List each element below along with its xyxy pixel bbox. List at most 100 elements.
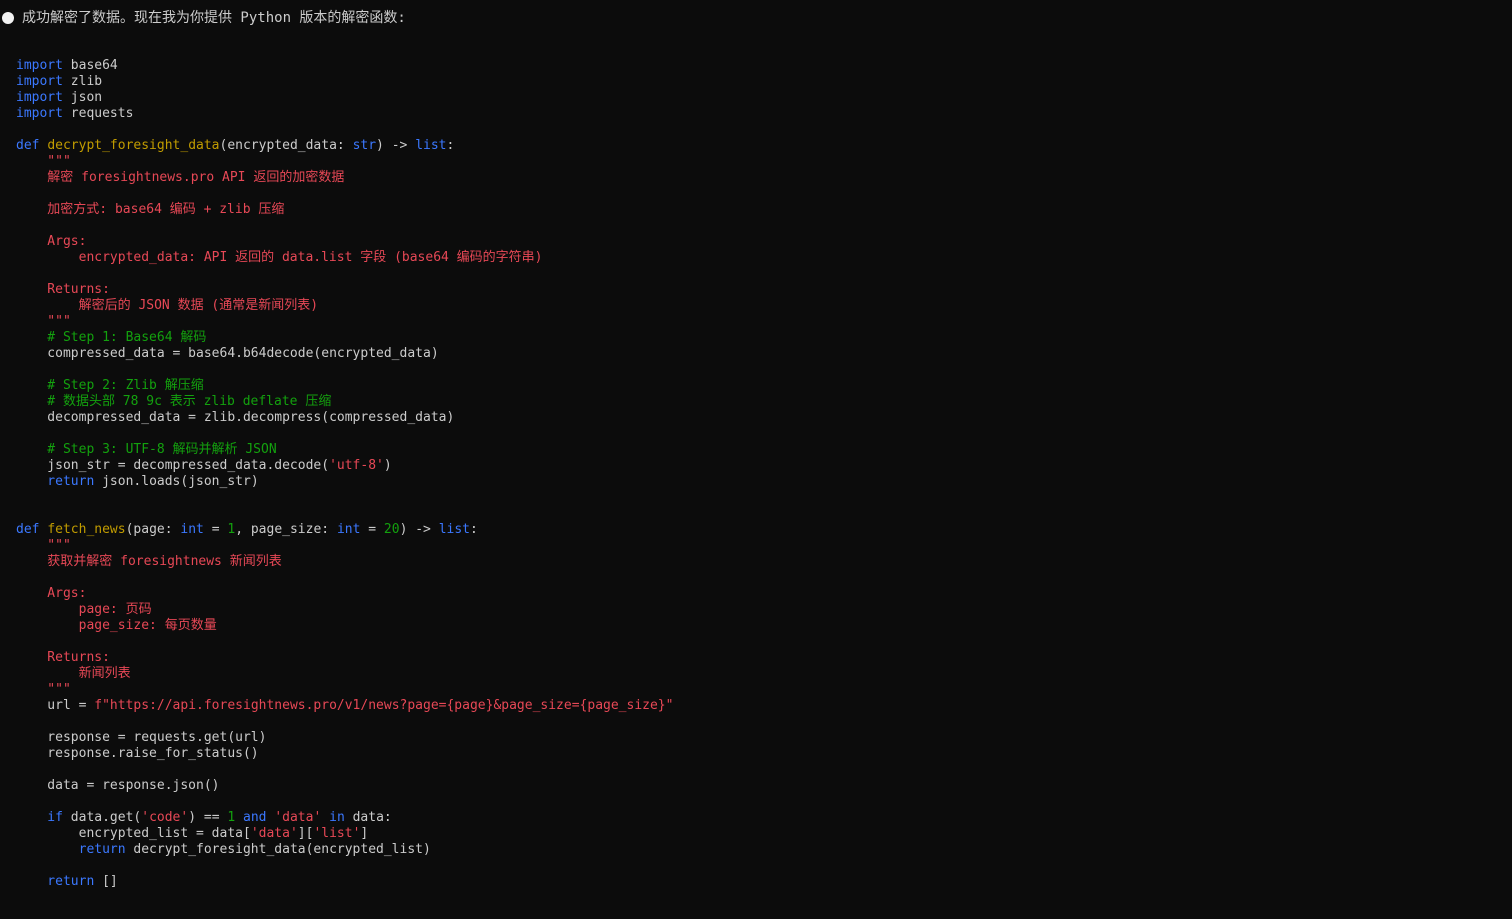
- code-line: 新闻列表: [16, 666, 673, 682]
- code-token: data:: [344, 810, 392, 825]
- assistant-message: 成功解密了数据。现在我为你提供 Python 版本的解密函数:: [2, 8, 406, 28]
- code-token: json: [62, 90, 103, 105]
- code-token: 1: [227, 522, 236, 537]
- code-token: encrypted_list = data[: [16, 826, 251, 841]
- code-line: page_size: 每页数量: [16, 618, 673, 634]
- code-line: def decrypt_foresight_data(encrypted_dat…: [16, 138, 673, 154]
- code-token: Args:: [16, 586, 87, 601]
- code-line: decompressed_data = zlib.decompress(comp…: [16, 410, 673, 426]
- code-line: 解密后的 JSON 数据 (通常是新闻列表): [16, 298, 673, 314]
- code-line: """: [16, 314, 673, 330]
- code-line: return decrypt_foresight_data(encrypted_…: [16, 842, 673, 858]
- code-token: list: [415, 138, 447, 153]
- code-line: Returns:: [16, 282, 673, 298]
- code-line: # Step 2: Zlib 解压缩: [16, 378, 673, 394]
- code-token: int: [336, 522, 361, 537]
- bullet-icon: [2, 12, 14, 24]
- code-line: Returns:: [16, 650, 673, 666]
- code-token: , page_size:: [235, 522, 337, 537]
- code-line: 解密 foresightnews.pro API 返回的加密数据: [16, 170, 673, 186]
- code-line: data = response.json(): [16, 778, 673, 794]
- code-token: if: [16, 810, 63, 825]
- code-token: 新闻列表: [16, 666, 131, 681]
- code-token: requests: [62, 106, 134, 121]
- code-line: encrypted_data: API 返回的 data.list 字段 (ba…: [16, 250, 673, 266]
- code-token: (encrypted_data:: [219, 138, 353, 153]
- code-token: ) ->: [376, 138, 416, 153]
- code-line: 加密方式: base64 编码 + zlib 压缩: [16, 202, 673, 218]
- code-token: def: [16, 138, 40, 153]
- code-token: 加密方式: base64 编码 + zlib 压缩: [16, 202, 285, 217]
- code-token: # 数据头部 78 9c 表示 zlib deflate 压缩: [16, 394, 332, 409]
- code-token: int: [180, 522, 204, 537]
- code-token: import: [16, 90, 63, 105]
- code-token: =: [360, 522, 384, 537]
- code-token: 解密后的 JSON 数据 (通常是新闻列表): [16, 298, 319, 313]
- code-line: response.raise_for_status(): [16, 746, 673, 762]
- code-token: zlib: [62, 74, 103, 89]
- code-token: data = response.json(): [16, 778, 220, 793]
- code-token: list: [438, 522, 471, 537]
- code-token: import: [16, 58, 63, 73]
- code-line: encrypted_list = data['data']['list']: [16, 826, 673, 842]
- code-token: :: [470, 522, 478, 537]
- code-token: json.loads(json_str): [94, 474, 259, 489]
- code-line: if data.get('code') == 1 and 'data' in d…: [16, 810, 673, 826]
- code-token: response = requests.get(url): [16, 730, 267, 745]
- code-token: compressed_data = base64.b64decode(encry…: [16, 346, 439, 361]
- code-token: ) ->: [399, 522, 439, 537]
- code-token: Returns:: [16, 650, 110, 665]
- code-line: page: 页码: [16, 602, 673, 618]
- code-line: Args:: [16, 586, 673, 602]
- code-token: page_size: 每页数量: [16, 618, 217, 633]
- code-token: 'list': [313, 826, 361, 841]
- code-token: (page:: [125, 522, 181, 537]
- code-token: Args:: [16, 234, 87, 249]
- code-token: str: [352, 138, 377, 153]
- code-token: # Step 1: Base64 解码: [16, 330, 207, 345]
- code-line: import requests: [16, 106, 673, 122]
- code-token: """: [16, 154, 71, 169]
- code-line: # Step 1: Base64 解码: [16, 330, 673, 346]
- code-token: return: [16, 842, 126, 857]
- code-line: return json.loads(json_str): [16, 474, 673, 490]
- code-line: Args:: [16, 234, 673, 250]
- code-token: response.raise_for_status(): [16, 746, 259, 761]
- code-token: def: [16, 522, 40, 537]
- code-token: ): [383, 458, 392, 473]
- code-token: f"https://api.foresightnews.pro/v1/news?…: [94, 698, 674, 713]
- code-token: =: [203, 522, 228, 537]
- code-line: """: [16, 682, 673, 698]
- code-line: 获取并解密 foresightnews 新闻列表: [16, 554, 673, 570]
- code-token: page: 页码: [16, 602, 152, 617]
- code-token: 20: [383, 522, 400, 537]
- code-token: 'data': [250, 826, 298, 841]
- code-token: json_str = decompressed_data.decode(: [16, 458, 330, 473]
- code-token: return: [16, 474, 95, 489]
- code-line: # 数据头部 78 9c 表示 zlib deflate 压缩: [16, 394, 673, 410]
- code-line: """: [16, 154, 673, 170]
- code-token: []: [94, 874, 118, 889]
- code-line: url = f"https://api.foresightnews.pro/v1…: [16, 698, 673, 714]
- code-token: data.get(: [62, 810, 142, 825]
- code-token: 'utf-8': [329, 458, 384, 473]
- code-line: return []: [16, 874, 673, 890]
- code-token: 获取并解密 foresightnews 新闻列表: [16, 554, 282, 569]
- code-token: fetch_news: [47, 522, 126, 537]
- code-line: """: [16, 538, 673, 554]
- code-token: decrypt_foresight_data(encrypted_list): [125, 842, 431, 857]
